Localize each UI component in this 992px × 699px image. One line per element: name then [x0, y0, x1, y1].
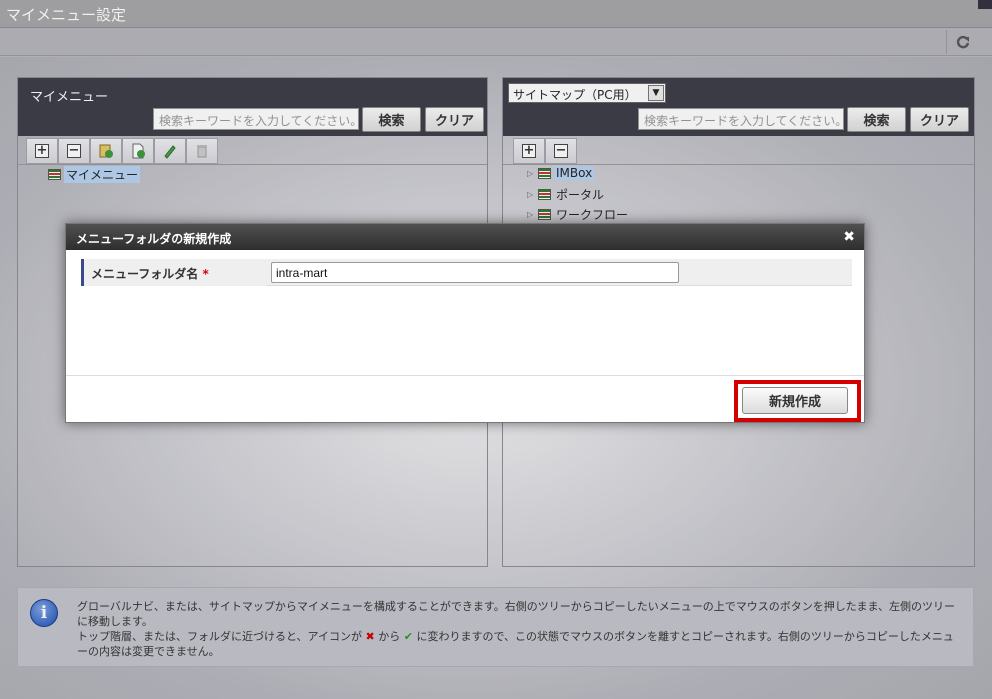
dialog-footer: 新規作成	[66, 375, 864, 424]
expand-arrow-icon[interactable]: ▷	[527, 169, 537, 178]
folder-name-label-text: メニューフォルダ名	[91, 267, 199, 281]
my-menu-search-button[interactable]: 検索	[362, 107, 421, 132]
my-menu-search-input[interactable]: 検索キーワードを入力してください。	[153, 108, 359, 130]
dialog-title: メニューフォルダの新規作成	[76, 232, 232, 246]
folder-name-input[interactable]	[271, 262, 679, 283]
tree-node-workflow[interactable]: ▷ ワークフロー	[527, 206, 630, 223]
import-button[interactable]	[90, 138, 122, 164]
title-corner	[978, 0, 992, 9]
close-icon[interactable]: ✖	[843, 229, 855, 245]
tree-node-label: ワークフロー	[556, 208, 629, 222]
sitemap-search-input[interactable]: 検索キーワードを入力してください。	[638, 108, 844, 130]
add-icon: +	[35, 143, 49, 158]
my-menu-clear-button[interactable]: クリア	[425, 107, 484, 132]
help-text-line1: グローバルナビ、または、サイトマップからマイメニューを構成することができます。右…	[77, 600, 956, 628]
refresh-button[interactable]	[946, 30, 978, 54]
sitemap-select-value: サイトマップ（PC用）	[513, 88, 637, 102]
add-icon: +	[522, 143, 536, 158]
tree-node-label: IMBox	[554, 166, 595, 180]
help-text: グローバルナビ、または、サイトマップからマイメニューを構成することができます。右…	[77, 599, 962, 659]
remove-icon: −	[67, 143, 81, 158]
window-title: マイメニュー設定	[6, 6, 127, 24]
expand-arrow-icon[interactable]: ▷	[527, 190, 537, 199]
help-text-part: トップ階層、または、フォルダに近づけると、アイコンが	[77, 630, 363, 643]
add-node-button[interactable]: +	[26, 138, 58, 164]
tree-node-label: ポータル	[556, 188, 605, 202]
delete-icon	[197, 145, 207, 158]
tree-separator	[18, 164, 487, 165]
my-menu-panel-header: マイメニュー 検索キーワードを入力してください。 検索 クリア	[18, 78, 487, 136]
check-icon: ✔	[403, 630, 413, 643]
tree-node-imbox[interactable]: ▷ IMBox	[527, 166, 595, 180]
my-menu-panel-title: マイメニュー	[30, 90, 109, 105]
sitemap-search-button[interactable]: 検索	[847, 107, 906, 132]
help-text-part: から	[378, 630, 401, 643]
tree-node-my-menu[interactable]: マイメニュー	[48, 166, 141, 183]
menu-folder-icon	[538, 167, 551, 179]
top-toolbar	[0, 28, 992, 56]
sitemap-tree-toolbar: + −	[513, 138, 577, 164]
sitemap-select[interactable]: サイトマップ（PC用） ▼	[508, 83, 666, 103]
edit-icon	[164, 145, 176, 159]
tree-separator	[503, 164, 974, 165]
remove-node-button[interactable]: −	[58, 138, 90, 164]
title-bar: マイメニュー設定	[0, 0, 992, 28]
remove-icon: −	[554, 143, 568, 158]
edit-button[interactable]	[154, 138, 186, 164]
info-icon: i	[30, 599, 58, 627]
new-folder-dialog: メニューフォルダの新規作成 ✖ メニューフォルダ名 * 新規作成	[65, 223, 865, 423]
create-button[interactable]: 新規作成	[742, 387, 848, 414]
tree-node-label: マイメニュー	[64, 166, 141, 183]
sitemap-panel-header: サイトマップ（PC用） ▼ 検索キーワードを入力してください。 検索 クリア	[503, 78, 974, 136]
tree-node-portal[interactable]: ▷ ポータル	[527, 186, 606, 203]
refresh-icon	[956, 35, 969, 49]
my-menu-tree-toolbar: + −	[26, 138, 218, 164]
required-mark: *	[202, 267, 209, 281]
folder-name-label: メニューフォルダ名 *	[81, 259, 267, 286]
cross-icon: ✖	[365, 630, 375, 643]
menu-folder-icon	[48, 169, 61, 180]
menu-folder-icon	[538, 209, 551, 220]
new-file-icon	[132, 143, 145, 159]
dialog-header: メニューフォルダの新規作成 ✖	[66, 224, 864, 250]
collapse-all-button[interactable]: −	[545, 138, 577, 164]
new-file-button[interactable]	[122, 138, 154, 164]
menu-folder-icon	[538, 189, 551, 200]
import-icon	[99, 144, 113, 158]
help-info-box: i グローバルナビ、または、サイトマップからマイメニューを構成することができます…	[17, 587, 974, 667]
expand-all-button[interactable]: +	[513, 138, 545, 164]
delete-button[interactable]	[186, 138, 218, 164]
expand-arrow-icon[interactable]: ▷	[527, 210, 537, 219]
folder-name-row: メニューフォルダ名 *	[81, 259, 852, 286]
chevron-down-icon: ▼	[648, 85, 664, 101]
sitemap-clear-button[interactable]: クリア	[910, 107, 969, 132]
help-text-line2: トップ階層、または、フォルダに近づけると、アイコンが ✖ から ✔ に変わります…	[77, 629, 962, 659]
